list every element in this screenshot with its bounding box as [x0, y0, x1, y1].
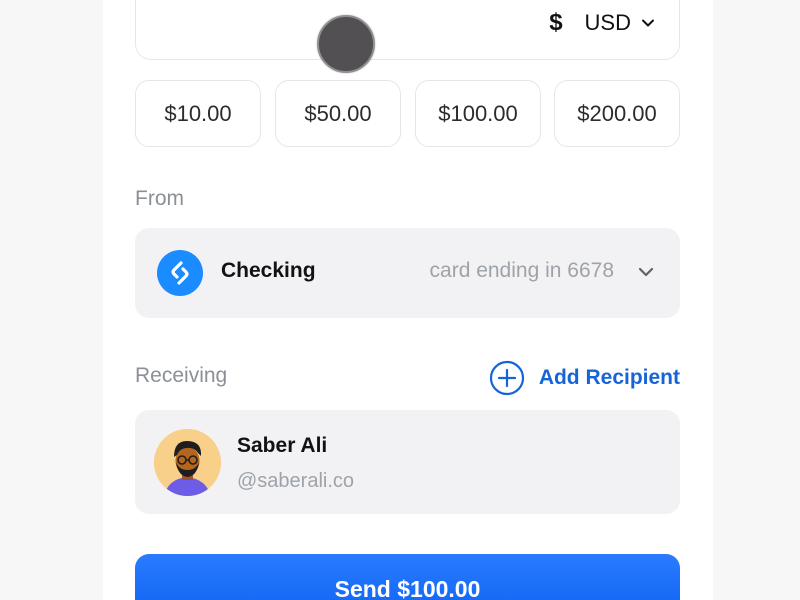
plus-circle-icon — [489, 360, 524, 396]
from-account-select[interactable]: Checking card ending in 6678 — [135, 228, 680, 318]
bank-logo-icon — [157, 250, 203, 296]
preset-amount-button[interactable]: $200.00 — [554, 80, 680, 147]
account-detail: card ending in 6678 — [429, 259, 614, 282]
amount-field[interactable]: $ USD — [135, 0, 680, 60]
currency-code: USD — [584, 10, 631, 35]
preset-amount-button[interactable]: $10.00 — [135, 80, 261, 147]
add-recipient-button[interactable]: Add Recipient — [489, 360, 680, 396]
preset-amount-button[interactable]: $50.00 — [275, 80, 401, 147]
chevron-down-icon — [638, 267, 654, 277]
avatar — [154, 429, 221, 496]
chevron-down-icon — [642, 19, 654, 27]
touch-indicator — [317, 15, 375, 73]
screen: $ USD $10.00 $50.00 $100.00 $200.00 From… — [0, 0, 800, 600]
recipient-name: Saber Ali — [237, 434, 328, 457]
preset-amounts: $10.00 $50.00 $100.00 $200.00 — [135, 80, 680, 147]
preset-amount-button[interactable]: $100.00 — [415, 80, 541, 147]
from-label: From — [135, 187, 184, 210]
currency-select[interactable]: $ USD — [549, 3, 655, 43]
recipient-card[interactable]: Saber Ali @saberali.co — [135, 410, 680, 514]
account-name: Checking — [221, 259, 316, 282]
send-button[interactable]: Send $100.00 — [135, 554, 680, 600]
recipient-handle: @saberali.co — [237, 470, 355, 492]
receiving-label: Receiving — [135, 364, 228, 387]
dollar-icon: $ — [549, 9, 563, 36]
add-recipient-label: Add Recipient — [538, 366, 680, 389]
